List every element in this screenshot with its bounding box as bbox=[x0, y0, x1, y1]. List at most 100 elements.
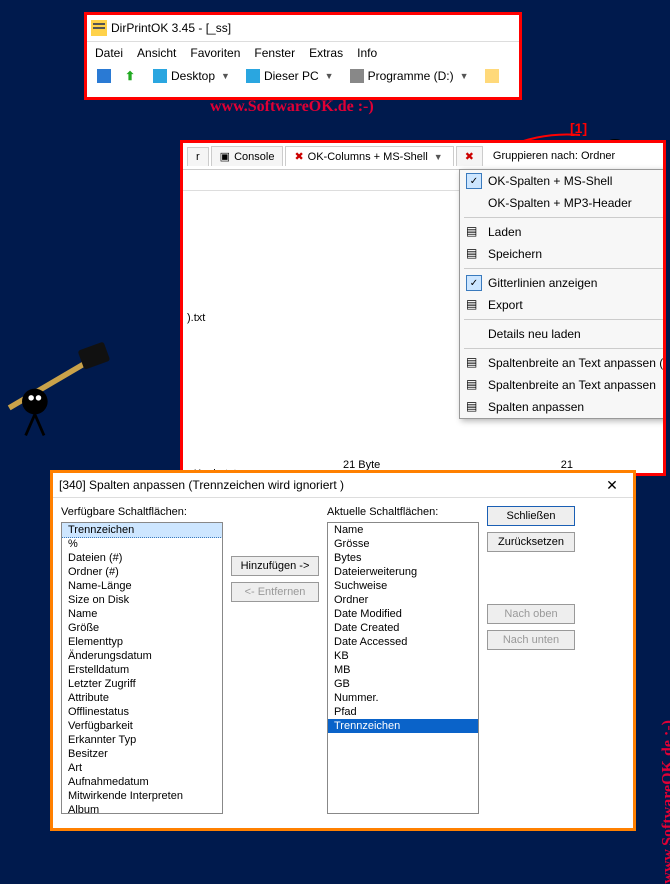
window-title: DirPrintOK 3.45 - [_ss] bbox=[111, 21, 231, 35]
menu-ansicht[interactable]: Ansicht bbox=[137, 46, 176, 60]
list-item[interactable]: Elementtyp bbox=[62, 635, 222, 649]
menu-item[interactable]: ✓OK-Spalten + MS-Shell bbox=[460, 170, 666, 192]
toolbar-folder-button[interactable] bbox=[481, 67, 503, 85]
menu-item-label: Spaltenbreite an Text anpassen (mit Spal… bbox=[488, 356, 666, 370]
list-item[interactable]: Dateierweiterung bbox=[328, 565, 478, 579]
cartoon-hammer bbox=[0, 330, 110, 440]
available-listbox[interactable]: Trennzeichen%Dateien (#)Ordner (#)Name-L… bbox=[61, 522, 223, 814]
list-item[interactable]: Besitzer bbox=[62, 747, 222, 761]
list-icon bbox=[97, 69, 111, 83]
list-item[interactable]: % bbox=[62, 537, 222, 551]
toolbar-desktop-label: Desktop bbox=[171, 69, 215, 83]
list-item[interactable]: Pfad bbox=[328, 705, 478, 719]
chevron-down-icon: ▼ bbox=[458, 71, 471, 81]
console-icon: ▣ bbox=[220, 150, 230, 163]
list-item[interactable]: Verfügbarkeit bbox=[62, 719, 222, 733]
save-icon: ▤ bbox=[466, 246, 482, 262]
dialog-title: [340] Spalten anpassen (Trennzeichen wir… bbox=[59, 478, 344, 492]
list-item[interactable]: Date Created bbox=[328, 621, 478, 635]
menu-item[interactable]: ▤Spalten anpassen[340] bbox=[460, 396, 666, 418]
list-item[interactable]: Dateien (#) bbox=[62, 551, 222, 565]
list-item[interactable]: Aufnahmedatum bbox=[62, 775, 222, 789]
toolbar-drive-button[interactable]: Programme (D:) ▼ bbox=[346, 67, 475, 85]
menu-item-label: Spaltenbreite an Text anpassen bbox=[488, 378, 656, 392]
toolbar-pc-button[interactable]: Dieser PC ▼ bbox=[242, 67, 340, 85]
list-item[interactable]: Trennzeichen bbox=[328, 719, 478, 733]
list-item[interactable]: Erkannter Typ bbox=[62, 733, 222, 747]
add-button[interactable]: Hinzufügen -> bbox=[231, 556, 319, 576]
menu-item-label: Export bbox=[488, 298, 523, 312]
tab-console[interactable]: ▣ Console bbox=[211, 146, 284, 166]
list-item[interactable]: Grösse bbox=[328, 537, 478, 551]
list-item[interactable]: Änderungsdatum bbox=[62, 649, 222, 663]
remove-button[interactable]: <- Entfernen bbox=[231, 582, 319, 602]
menu-fenster[interactable]: Fenster bbox=[254, 46, 295, 60]
move-down-button[interactable]: Nach unten bbox=[487, 630, 575, 650]
current-listbox[interactable]: NameGrösseBytesDateierweiterungSuchweise… bbox=[327, 522, 479, 814]
fit-icon: ▤ bbox=[466, 355, 482, 371]
list-item[interactable]: Attribute bbox=[62, 691, 222, 705]
menu-datei[interactable]: Datei bbox=[95, 46, 123, 60]
toolbar-list-button[interactable] bbox=[93, 67, 115, 85]
available-label: Verfügbare Schaltflächen: bbox=[61, 506, 223, 518]
list-item[interactable]: Date Accessed bbox=[328, 635, 478, 649]
list-item[interactable]: Offlinestatus bbox=[62, 705, 222, 719]
reset-button[interactable]: Zurücksetzen bbox=[487, 532, 575, 552]
menu-item[interactable]: ▤Laden▶ bbox=[460, 221, 666, 243]
list-item[interactable]: Art bbox=[62, 761, 222, 775]
menu-extras[interactable]: Extras bbox=[309, 46, 343, 60]
list-item[interactable]: MB bbox=[328, 663, 478, 677]
menu-item[interactable]: ▤Spaltenbreite an Text anpassen bbox=[460, 374, 666, 396]
tab-r[interactable]: r bbox=[187, 147, 209, 166]
file-row[interactable]: ).txt bbox=[183, 311, 283, 325]
toolbar-desktop-button[interactable]: Desktop ▼ bbox=[149, 67, 236, 85]
tools-icon: ✖ bbox=[294, 150, 303, 163]
menu-item[interactable]: ▤ Export bbox=[460, 294, 666, 316]
chevron-down-icon: ▼ bbox=[323, 71, 336, 81]
tab-bar: r ▣ Console ✖ OK-Columns + MS-Shell ▼ ✖ … bbox=[183, 143, 663, 170]
list-item[interactable]: Date Modified bbox=[328, 607, 478, 621]
toolbar-up-button[interactable]: ⬆ bbox=[121, 67, 143, 85]
export-icon: ▤ bbox=[466, 297, 482, 313]
menu-favoriten[interactable]: Favoriten bbox=[190, 46, 240, 60]
list-item[interactable]: Name bbox=[62, 607, 222, 621]
menu-item[interactable]: ✓Gitterlinien anzeigen bbox=[460, 272, 666, 294]
menu-item[interactable]: ▤ Spaltenbreite an Text anpassen (mit Spa… bbox=[460, 352, 666, 374]
list-item[interactable]: Ordner (#) bbox=[62, 565, 222, 579]
menu-item[interactable]: OK-Spalten + MP3-Header bbox=[460, 192, 666, 214]
menubar: Datei Ansicht Favoriten Fenster Extras I… bbox=[87, 42, 519, 64]
list-item[interactable]: GB bbox=[328, 677, 478, 691]
list-item[interactable]: Trennzeichen bbox=[61, 522, 223, 538]
titlebar: DirPrintOK 3.45 - [_ss] bbox=[87, 15, 519, 42]
list-item[interactable]: Größe bbox=[62, 621, 222, 635]
list-item[interactable]: Letzter Zugriff bbox=[62, 677, 222, 691]
list-item[interactable]: Album bbox=[62, 803, 222, 814]
open-icon: ▤ bbox=[466, 224, 482, 240]
list-item[interactable]: Size on Disk bbox=[62, 593, 222, 607]
close-dialog-button[interactable]: Schließen bbox=[487, 506, 575, 526]
list-item[interactable]: Nummer. bbox=[328, 691, 478, 705]
list-item[interactable]: Name bbox=[328, 523, 478, 537]
main-toolbar-window: DirPrintOK 3.45 - [_ss] Datei Ansicht Fa… bbox=[84, 12, 522, 100]
close-button[interactable]: ✕ bbox=[597, 477, 627, 494]
move-up-button[interactable]: Nach oben bbox=[487, 604, 575, 624]
folder-icon bbox=[485, 69, 499, 83]
list-item[interactable]: Erstelldatum bbox=[62, 663, 222, 677]
list-item[interactable]: KB bbox=[328, 649, 478, 663]
list-item[interactable]: Ordner bbox=[328, 593, 478, 607]
tab-ok-columns[interactable]: ✖ OK-Columns + MS-Shell ▼ bbox=[285, 146, 453, 166]
menu-item-label: Gitterlinien anzeigen bbox=[488, 276, 597, 290]
menu-item-label: Laden bbox=[488, 225, 521, 239]
tab-group-by[interactable]: Gruppieren nach: Ordner bbox=[485, 147, 623, 165]
list-item[interactable]: Mitwirkende Interpreten bbox=[62, 789, 222, 803]
columns-dialog: [340] Spalten anpassen (Trennzeichen wir… bbox=[50, 470, 636, 831]
fit-icon: ▤ bbox=[466, 399, 482, 415]
menu-info[interactable]: Info bbox=[357, 46, 377, 60]
list-item[interactable]: Name-Länge bbox=[62, 579, 222, 593]
tab-tools[interactable]: ✖ bbox=[456, 146, 483, 166]
menu-item[interactable]: Details neu laden bbox=[460, 323, 666, 345]
app-icon bbox=[91, 20, 107, 36]
menu-item[interactable]: ▤Speichern bbox=[460, 243, 666, 265]
list-item[interactable]: Suchweise bbox=[328, 579, 478, 593]
list-item[interactable]: Bytes bbox=[328, 551, 478, 565]
